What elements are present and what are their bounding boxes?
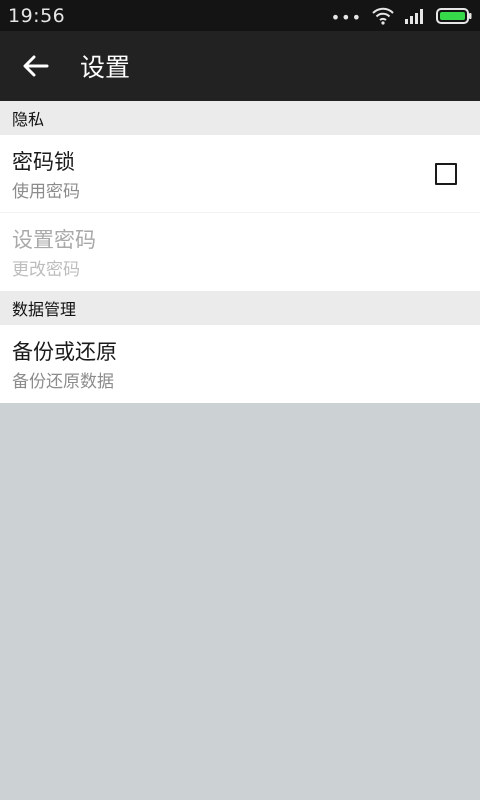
wifi-icon bbox=[372, 7, 394, 25]
pref-summary: 使用密码 bbox=[12, 182, 80, 202]
arrow-left-icon bbox=[23, 55, 49, 77]
action-bar: 设置 bbox=[0, 31, 480, 101]
pref-summary: 备份还原数据 bbox=[12, 372, 114, 392]
section-header-data-management: 数据管理 bbox=[0, 291, 480, 325]
status-icons: ••• bbox=[331, 6, 472, 26]
pref-summary: 更改密码 bbox=[12, 260, 80, 280]
status-time: 19:56 bbox=[8, 4, 66, 27]
back-button[interactable] bbox=[0, 31, 72, 101]
pref-title: 设置密码 bbox=[12, 228, 96, 252]
section-header-privacy: 隐私 bbox=[0, 101, 480, 135]
pref-title: 备份或还原 bbox=[12, 340, 117, 364]
password-lock-checkbox[interactable] bbox=[435, 163, 457, 185]
signal-icon bbox=[404, 8, 426, 24]
page-title: 设置 bbox=[80, 53, 131, 82]
battery-icon bbox=[436, 7, 472, 24]
more-dots-icon: ••• bbox=[330, 7, 362, 27]
pref-item-backup-restore[interactable]: 备份或还原 备份还原数据 bbox=[0, 325, 480, 403]
pref-title: 密码锁 bbox=[12, 150, 75, 174]
pref-item-password-lock[interactable]: 密码锁 使用密码 bbox=[0, 135, 480, 213]
status-bar: 19:56 ••• bbox=[0, 0, 480, 31]
pref-item-set-password[interactable]: 设置密码 更改密码 bbox=[0, 213, 480, 291]
settings-screen: 19:56 ••• 设置 隐私 密码锁 使用密码 设置密码 更改密码 数据管理 … bbox=[0, 0, 480, 800]
preference-list: 隐私 密码锁 使用密码 设置密码 更改密码 数据管理 备份或还原 备份还原数据 bbox=[0, 101, 480, 403]
